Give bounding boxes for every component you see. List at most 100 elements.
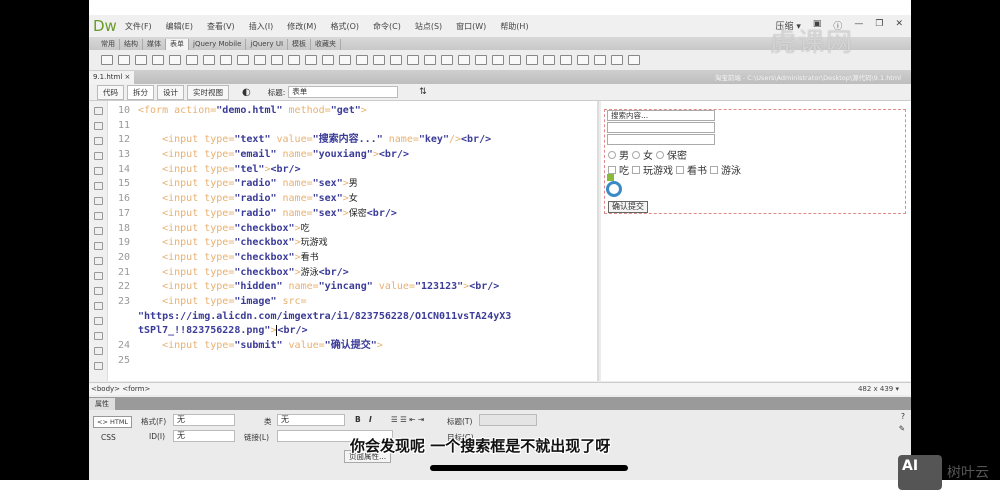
format-select[interactable]: 无 bbox=[173, 414, 235, 426]
form-element-icon[interactable] bbox=[305, 55, 317, 65]
form-element-icon[interactable] bbox=[254, 55, 266, 65]
form-element-icon[interactable] bbox=[339, 55, 351, 65]
form-element-icon[interactable] bbox=[458, 55, 470, 65]
form-element-icon[interactable] bbox=[169, 55, 181, 65]
coding-tool-icon[interactable] bbox=[94, 242, 103, 250]
form-element-icon[interactable] bbox=[509, 55, 521, 65]
form-element-icon[interactable] bbox=[424, 55, 436, 65]
form-element-icon[interactable] bbox=[390, 55, 402, 65]
coding-tool-icon[interactable] bbox=[94, 167, 103, 175]
form-element-icon[interactable] bbox=[101, 55, 113, 65]
form-element-icon[interactable] bbox=[237, 55, 249, 65]
italic-button[interactable]: I bbox=[369, 415, 372, 424]
bold-button[interactable]: B bbox=[355, 415, 361, 424]
id-select[interactable]: 无 bbox=[173, 430, 235, 442]
document-tab[interactable]: 9.1.html × bbox=[89, 71, 135, 84]
menu-help[interactable]: 帮助(H) bbox=[500, 21, 528, 32]
checkbox-eat[interactable] bbox=[608, 165, 616, 174]
form-element-icon[interactable] bbox=[271, 55, 283, 65]
insert-tab-forms[interactable]: 表单 bbox=[166, 39, 189, 50]
insert-tab-jquery-mobile[interactable]: jQuery Mobile bbox=[189, 39, 247, 50]
form-element-icon[interactable] bbox=[118, 55, 130, 65]
list-buttons[interactable]: ☰ ☰ ⇤ ⇥ bbox=[391, 415, 424, 424]
close-tab-icon[interactable]: × bbox=[125, 73, 131, 81]
menu-edit[interactable]: 编辑(E) bbox=[166, 21, 193, 32]
menu-commands[interactable]: 命令(C) bbox=[373, 21, 401, 32]
menu-site[interactable]: 站点(S) bbox=[415, 21, 442, 32]
window-size[interactable]: 482 x 439 ▾ bbox=[858, 385, 899, 393]
text-input-preview[interactable]: 搜索内容... bbox=[607, 110, 715, 121]
checkbox-swimming[interactable] bbox=[710, 165, 718, 174]
code-pane[interactable]: 10 <form action="demo.html" method="get">… bbox=[89, 101, 599, 381]
coding-tool-icon[interactable] bbox=[94, 362, 103, 370]
design-view-button[interactable]: 设计 bbox=[157, 84, 184, 100]
coding-tool-icon[interactable] bbox=[94, 347, 103, 355]
form-element-icon[interactable] bbox=[594, 55, 606, 65]
coding-tool-icon[interactable] bbox=[94, 152, 103, 160]
menu-format[interactable]: 格式(O) bbox=[330, 21, 359, 32]
title-input[interactable]: 表单 bbox=[288, 86, 399, 98]
coding-tool-icon[interactable] bbox=[94, 122, 103, 130]
code-view-button[interactable]: 代码 bbox=[97, 84, 124, 100]
insert-tab-favorites[interactable]: 收藏夹 bbox=[311, 39, 342, 50]
coding-tool-icon[interactable] bbox=[94, 197, 103, 205]
title-prop-input[interactable] bbox=[479, 414, 537, 426]
radio-secret[interactable] bbox=[656, 150, 664, 159]
class-select[interactable]: 无 bbox=[277, 414, 345, 426]
css-mode-button[interactable]: CSS bbox=[101, 433, 116, 442]
form-element-icon[interactable] bbox=[492, 55, 504, 65]
coding-tool-icon[interactable] bbox=[94, 107, 103, 115]
form-element-icon[interactable] bbox=[356, 55, 368, 65]
insert-tab-jquery-ui[interactable]: jQuery UI bbox=[246, 39, 289, 50]
coding-tool-icon[interactable] bbox=[94, 272, 103, 280]
menu-file[interactable]: 文件(F) bbox=[125, 21, 152, 32]
coding-tool-icon[interactable] bbox=[94, 227, 103, 235]
minimize-button[interactable]: — bbox=[854, 19, 863, 32]
hidden-field-icon[interactable] bbox=[607, 174, 614, 181]
form-element-icon[interactable] bbox=[152, 55, 164, 65]
form-element-icon[interactable] bbox=[441, 55, 453, 65]
insert-tab-layout[interactable]: 结构 bbox=[120, 39, 143, 50]
form-element-icon[interactable] bbox=[628, 55, 640, 65]
live-view-button[interactable]: 实时视图 bbox=[187, 84, 229, 100]
form-element-icon[interactable] bbox=[373, 55, 385, 65]
form-element-icon[interactable] bbox=[407, 55, 419, 65]
form-element-icon[interactable] bbox=[560, 55, 572, 65]
coding-tool-icon[interactable] bbox=[94, 182, 103, 190]
form-element-icon[interactable] bbox=[577, 55, 589, 65]
file-management-icon[interactable]: ⇅ bbox=[419, 87, 427, 97]
menu-window[interactable]: 窗口(W) bbox=[456, 21, 486, 32]
html-mode-button[interactable]: <> HTML bbox=[93, 416, 133, 428]
form-element-icon[interactable] bbox=[186, 55, 198, 65]
close-button[interactable]: ✕ bbox=[895, 19, 903, 32]
split-view-button[interactable]: 拆分 bbox=[127, 84, 154, 100]
menu-view[interactable]: 查看(V) bbox=[207, 21, 235, 32]
coding-tool-icon[interactable] bbox=[94, 317, 103, 325]
design-pane[interactable]: 搜索内容... 男 女 保密 吃 玩游戏 看书 游泳 确认提交 bbox=[601, 101, 911, 381]
form-element-icon[interactable] bbox=[526, 55, 538, 65]
globe-icon[interactable]: ◐ bbox=[242, 87, 251, 98]
radio-female[interactable] bbox=[632, 150, 640, 159]
properties-tab[interactable]: 属性 bbox=[89, 398, 115, 410]
checkbox-reading[interactable] bbox=[676, 165, 684, 174]
coding-tool-icon[interactable] bbox=[94, 302, 103, 310]
coding-tool-icon[interactable] bbox=[94, 257, 103, 265]
form-element-icon[interactable] bbox=[475, 55, 487, 65]
tag-selector[interactable]: <body> <form> bbox=[91, 385, 150, 393]
insert-tab-templates[interactable]: 模板 bbox=[288, 39, 312, 50]
form-element-icon[interactable] bbox=[322, 55, 334, 65]
email-input-preview[interactable] bbox=[607, 122, 715, 133]
help-icon[interactable]: ? bbox=[901, 412, 905, 421]
form-element-icon[interactable] bbox=[288, 55, 300, 65]
coding-tool-icon[interactable] bbox=[94, 332, 103, 340]
insert-tab-media[interactable]: 媒体 bbox=[143, 39, 166, 50]
radio-male[interactable] bbox=[608, 150, 616, 159]
form-element-icon[interactable] bbox=[220, 55, 232, 65]
form-element-icon[interactable] bbox=[135, 55, 147, 65]
submit-button-preview[interactable]: 确认提交 bbox=[608, 201, 648, 213]
tel-input-preview[interactable] bbox=[607, 134, 715, 145]
restore-button[interactable]: ❐ bbox=[875, 19, 883, 32]
coding-tool-icon[interactable] bbox=[94, 287, 103, 295]
form-element-icon[interactable] bbox=[203, 55, 215, 65]
quick-tag-edit-icon[interactable]: ✎ bbox=[899, 424, 905, 433]
